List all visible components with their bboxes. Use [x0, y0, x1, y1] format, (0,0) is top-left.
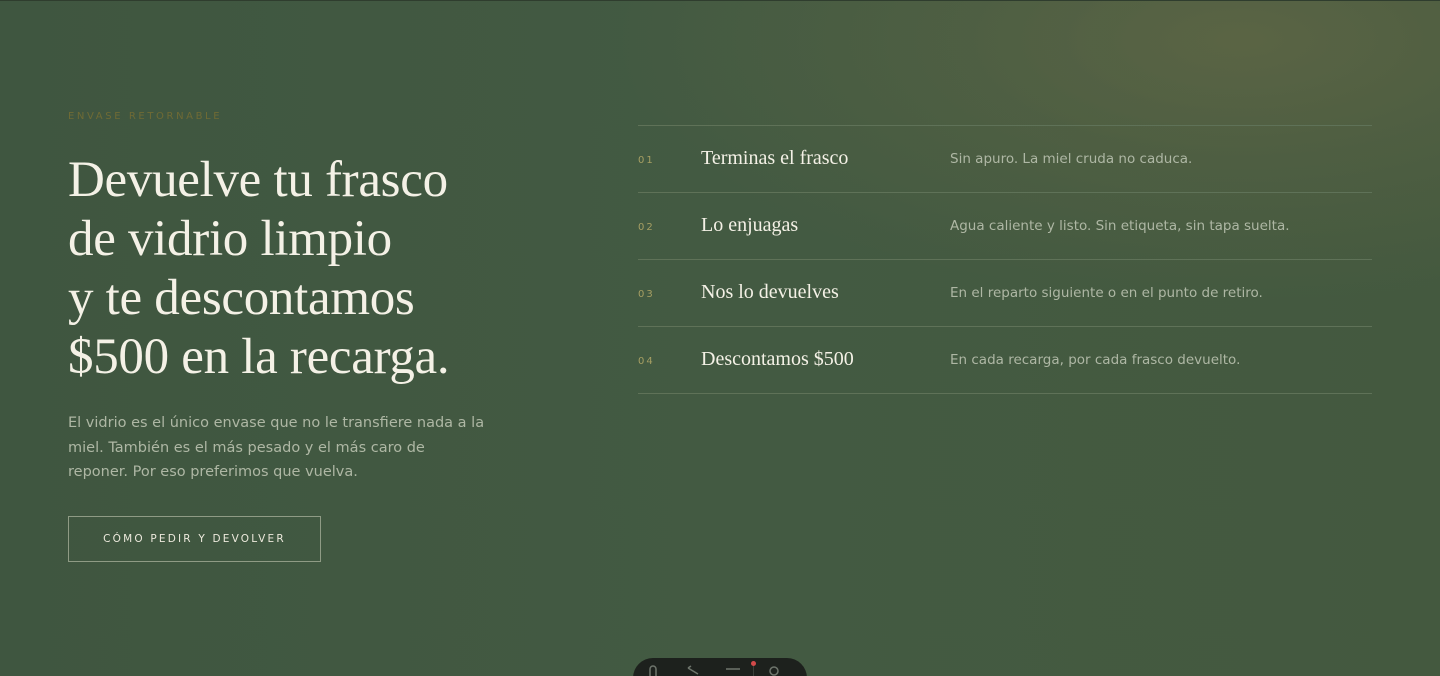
top-divider: [0, 0, 1440, 1]
headline-line-4: $500 en la recarga.: [68, 329, 450, 385]
step-title: Lo enjuagas: [701, 214, 799, 236]
step-title: Terminas el frasco: [701, 147, 849, 169]
hero-description: El vidrio es el único envase que no le t…: [68, 415, 485, 480]
step-title: Descontamos $500: [701, 348, 854, 370]
step-number: 02: [638, 222, 655, 233]
step-number: 03: [638, 289, 655, 300]
hero-section: ENVASE RETORNABLE Devuelve tu frasco de …: [68, 111, 548, 562]
step-title: Nos lo devuelves: [701, 281, 839, 303]
steps-list: 01 Terminas el frasco Sin apuro. La miel…: [638, 125, 1372, 394]
how-to-order-button[interactable]: CÓMO PEDIR Y DEVOLVER: [68, 516, 321, 562]
step-item: 03 Nos lo devuelves En el reparto siguie…: [638, 260, 1372, 327]
step-number: 04: [638, 356, 655, 367]
step-description: Agua caliente y listo. Sin etiqueta, sin…: [950, 218, 1290, 234]
eyebrow-label: ENVASE RETORNABLE: [68, 111, 223, 122]
toolbar-dock: [633, 658, 807, 676]
step-item: 01 Terminas el frasco Sin apuro. La miel…: [638, 126, 1372, 193]
step-item: 04 Descontamos $500 En cada recarga, por…: [638, 327, 1372, 394]
headline-line-2: de vidrio limpio: [68, 211, 392, 267]
step-description: En cada recarga, por cada frasco devuelt…: [950, 352, 1241, 368]
step-item: 02 Lo enjuagas Agua caliente y listo. Si…: [638, 193, 1372, 260]
step-description: Sin apuro. La miel cruda no caduca.: [950, 151, 1193, 167]
headline-line-3: y te descontamos: [68, 270, 415, 326]
menu-icon[interactable]: [713, 664, 753, 676]
hero-headline: Devuelve tu frasco de vidrio limpio y te…: [68, 151, 548, 387]
step-number: 01: [638, 155, 655, 166]
notification-dot: [751, 661, 756, 666]
pen-icon[interactable]: [673, 664, 713, 676]
step-description: En el reparto siguiente o en el punto de…: [950, 285, 1263, 301]
user-icon[interactable]: [633, 664, 673, 676]
headline-line-1: Devuelve tu frasco: [68, 152, 448, 208]
gear-icon[interactable]: [754, 664, 794, 676]
